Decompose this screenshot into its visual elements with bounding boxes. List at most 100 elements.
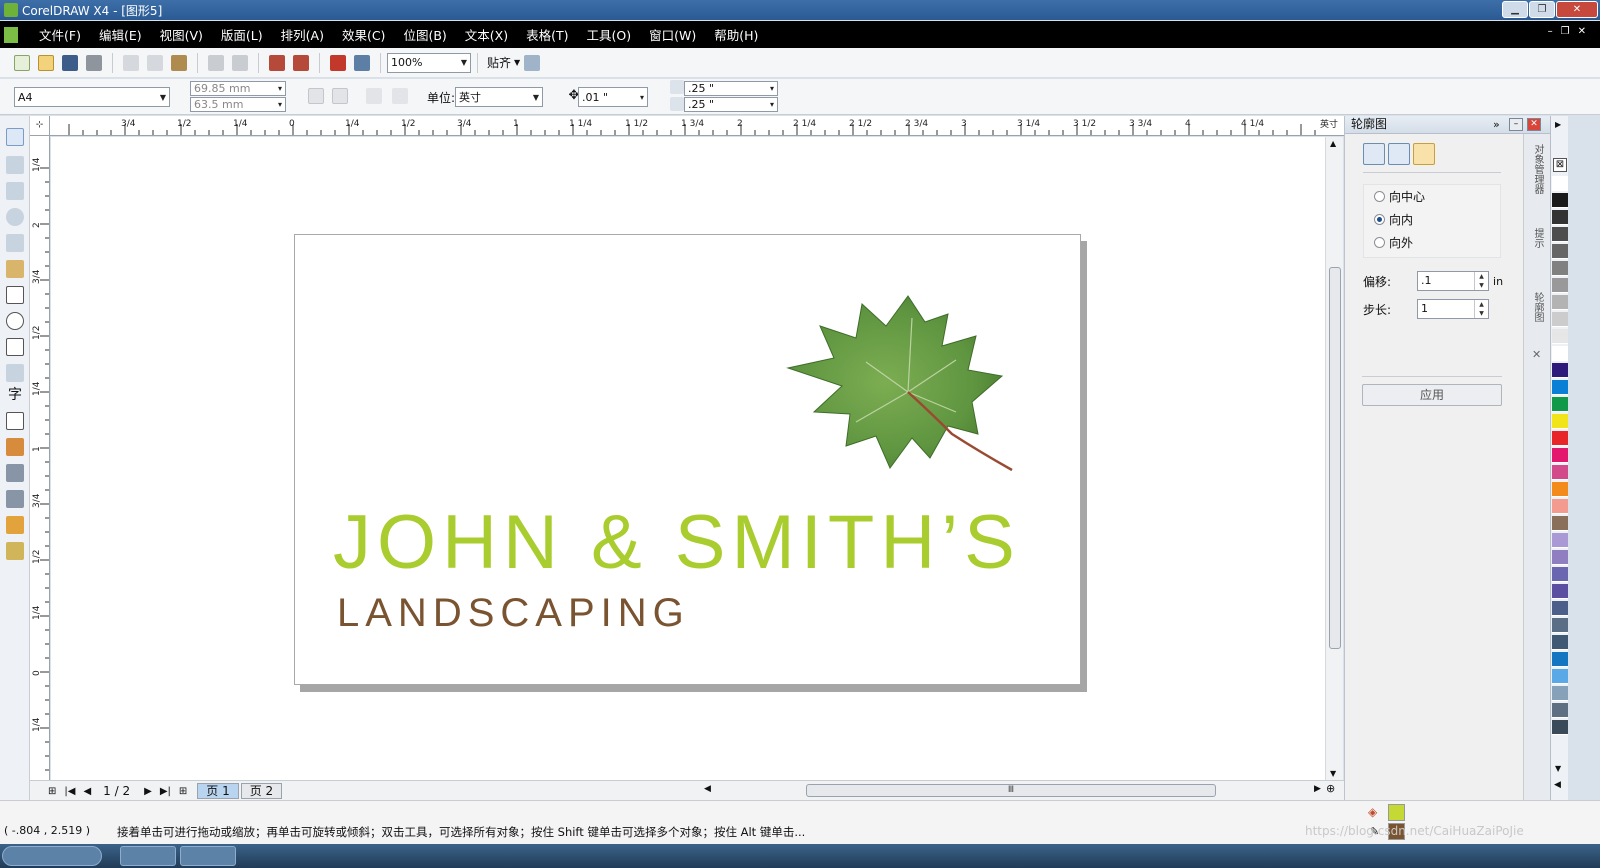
- menu-arrange[interactable]: 排列(A): [272, 25, 333, 44]
- apply-button[interactable]: 应用: [1362, 384, 1502, 406]
- palette-scroll-down-icon[interactable]: ▼: [1555, 764, 1561, 773]
- undo-icon[interactable]: [208, 54, 224, 71]
- current-page-icon[interactable]: [392, 88, 408, 104]
- docker-minimize-button[interactable]: –: [1509, 118, 1523, 131]
- color-swatch[interactable]: [1552, 482, 1568, 497]
- taskbar-app-2[interactable]: [180, 846, 236, 866]
- new-icon[interactable]: [14, 54, 30, 71]
- zoom-tool-icon[interactable]: [6, 208, 24, 226]
- welcome-screen-icon[interactable]: [354, 54, 370, 71]
- rectangle-tool-icon[interactable]: [6, 286, 24, 304]
- next-page-icon[interactable]: ▶: [144, 786, 152, 797]
- ellipse-tool-icon[interactable]: [6, 312, 24, 330]
- color-swatch[interactable]: [1552, 448, 1568, 463]
- menu-text[interactable]: 文本(X): [456, 25, 517, 44]
- portrait-icon[interactable]: [308, 88, 324, 104]
- color-swatch[interactable]: [1552, 652, 1568, 667]
- color-swatch[interactable]: [1552, 686, 1568, 701]
- color-swatch[interactable]: [1552, 363, 1568, 378]
- inside-mode-icon[interactable]: [1388, 143, 1410, 165]
- logo-sub-text[interactable]: LANDSCAPING: [337, 593, 690, 633]
- polygon-tool-icon[interactable]: [6, 338, 24, 356]
- color-swatch[interactable]: [1552, 533, 1568, 548]
- color-swatch[interactable]: [1552, 499, 1568, 514]
- horizontal-scroll-thumb[interactable]: Ⅲ: [806, 784, 1216, 797]
- vertical-scroll-thumb[interactable]: [1329, 267, 1341, 649]
- units-combo[interactable]: 英寸 ▼: [455, 87, 543, 107]
- tab-hints[interactable]: 提示: [1530, 228, 1545, 248]
- open-icon[interactable]: [38, 54, 54, 71]
- add-page-before-icon[interactable]: ⊞: [48, 786, 56, 797]
- import-icon[interactable]: [269, 54, 285, 71]
- color-swatch[interactable]: [1552, 295, 1568, 310]
- tab-contour[interactable]: 轮廓图: [1530, 292, 1545, 322]
- color-swatch[interactable]: [1552, 397, 1568, 412]
- menu-bitmaps[interactable]: 位图(B): [394, 25, 455, 44]
- export-icon[interactable]: [293, 54, 309, 71]
- pick-tool-icon[interactable]: [6, 128, 24, 146]
- tab-object-manager[interactable]: 对象管理器: [1530, 144, 1545, 194]
- last-page-icon[interactable]: ▶|: [160, 786, 171, 797]
- outline-pen-tool-icon[interactable]: [6, 490, 24, 508]
- page-1[interactable]: JOHN & SMITH’S LANDSCAPING: [294, 234, 1081, 685]
- cut-icon[interactable]: [123, 54, 139, 71]
- minimize-button[interactable]: ▁: [1502, 1, 1528, 18]
- color-swatch[interactable]: [1552, 278, 1568, 293]
- color-swatch[interactable]: [1552, 431, 1568, 446]
- color-swatch[interactable]: [1552, 312, 1568, 327]
- color-swatch[interactable]: [1552, 601, 1568, 616]
- color-swatch[interactable]: [1552, 516, 1568, 531]
- docker-expand-icon[interactable]: »: [1493, 116, 1500, 133]
- smart-fill-tool-icon[interactable]: [6, 260, 24, 278]
- taskbar-app-coreldraw[interactable]: [120, 846, 176, 866]
- color-swatch[interactable]: [1552, 635, 1568, 650]
- no-color-swatch[interactable]: ⊠: [1553, 158, 1567, 172]
- document-window-controls[interactable]: –❐✕: [1548, 26, 1594, 37]
- vertical-ruler[interactable]: 1/4 2 3/4 1/2 1/4 1 3/4 1/2 1/4 0 1/4: [30, 136, 50, 780]
- scroll-down-icon[interactable]: ▼: [1330, 769, 1336, 778]
- offset-input[interactable]: .1 ▲ ▼: [1417, 271, 1490, 291]
- close-tab-icon[interactable]: ✕: [1532, 348, 1541, 361]
- menu-file[interactable]: 文件(F): [30, 25, 90, 44]
- previous-page-icon[interactable]: ◀: [83, 786, 91, 797]
- copy-icon[interactable]: [147, 54, 163, 71]
- crop-tool-icon[interactable]: [6, 182, 24, 200]
- color-swatch[interactable]: [1552, 227, 1568, 242]
- palette-scroll-up-icon[interactable]: ▶: [1555, 120, 1561, 129]
- nudge-distance-field[interactable]: .01 " ▾: [578, 87, 648, 107]
- menu-view[interactable]: 视图(V): [151, 25, 212, 44]
- scroll-up-icon[interactable]: ▲: [1330, 139, 1336, 148]
- radio-to-center[interactable]: 向中心: [1364, 185, 1500, 208]
- color-swatch[interactable]: [1552, 414, 1568, 429]
- freehand-tool-icon[interactable]: [6, 234, 24, 252]
- color-swatch[interactable]: [1552, 550, 1568, 565]
- duplicate-distance-x-field[interactable]: .25 " ▾: [684, 81, 778, 96]
- navigator-zoom-icon[interactable]: ⊕: [1326, 782, 1335, 795]
- table-tool-icon[interactable]: [6, 412, 24, 430]
- interactive-fill-tool-icon[interactable]: [6, 542, 24, 560]
- color-swatch[interactable]: [1552, 244, 1568, 259]
- add-page-after-icon[interactable]: ⊞: [179, 786, 187, 797]
- drawing-canvas[interactable]: JOHN & SMITH’S LANDSCAPING: [51, 137, 1325, 780]
- radio-outside[interactable]: 向外: [1364, 231, 1500, 254]
- logo-main-text[interactable]: JOHN & SMITH’S: [333, 505, 1021, 581]
- horizontal-ruler[interactable]: 3/4 1/2 1/4 0 1/4 1/2 3/4 1 1 1/4 1 1/2 1 3/4 2 2 1/…: [30, 116, 1344, 136]
- page-size-combo[interactable]: A4 ▼: [14, 87, 170, 107]
- spin-arrows-icon[interactable]: ▲ ▼: [1474, 272, 1488, 290]
- color-swatch[interactable]: [1552, 618, 1568, 633]
- menu-window[interactable]: 窗口(W): [640, 25, 705, 44]
- print-icon[interactable]: [86, 54, 102, 71]
- all-pages-icon[interactable]: [366, 88, 382, 104]
- color-swatch[interactable]: [1552, 720, 1568, 735]
- restore-button[interactable]: ❐: [1529, 1, 1555, 18]
- redo-icon[interactable]: [232, 54, 248, 71]
- text-tool-icon[interactable]: 字: [6, 386, 24, 404]
- scroll-right-icon[interactable]: ▶: [1314, 784, 1321, 794]
- color-swatch[interactable]: [1552, 261, 1568, 276]
- steps-input[interactable]: 1 ▲ ▼: [1417, 299, 1490, 319]
- color-swatch[interactable]: [1552, 465, 1568, 480]
- spin-arrows-icon[interactable]: ▲ ▼: [1474, 300, 1488, 318]
- snap-to-button[interactable]: 贴齐: [487, 54, 511, 71]
- to-center-mode-icon[interactable]: [1363, 143, 1385, 165]
- page-tab-2[interactable]: 页 2: [240, 783, 283, 799]
